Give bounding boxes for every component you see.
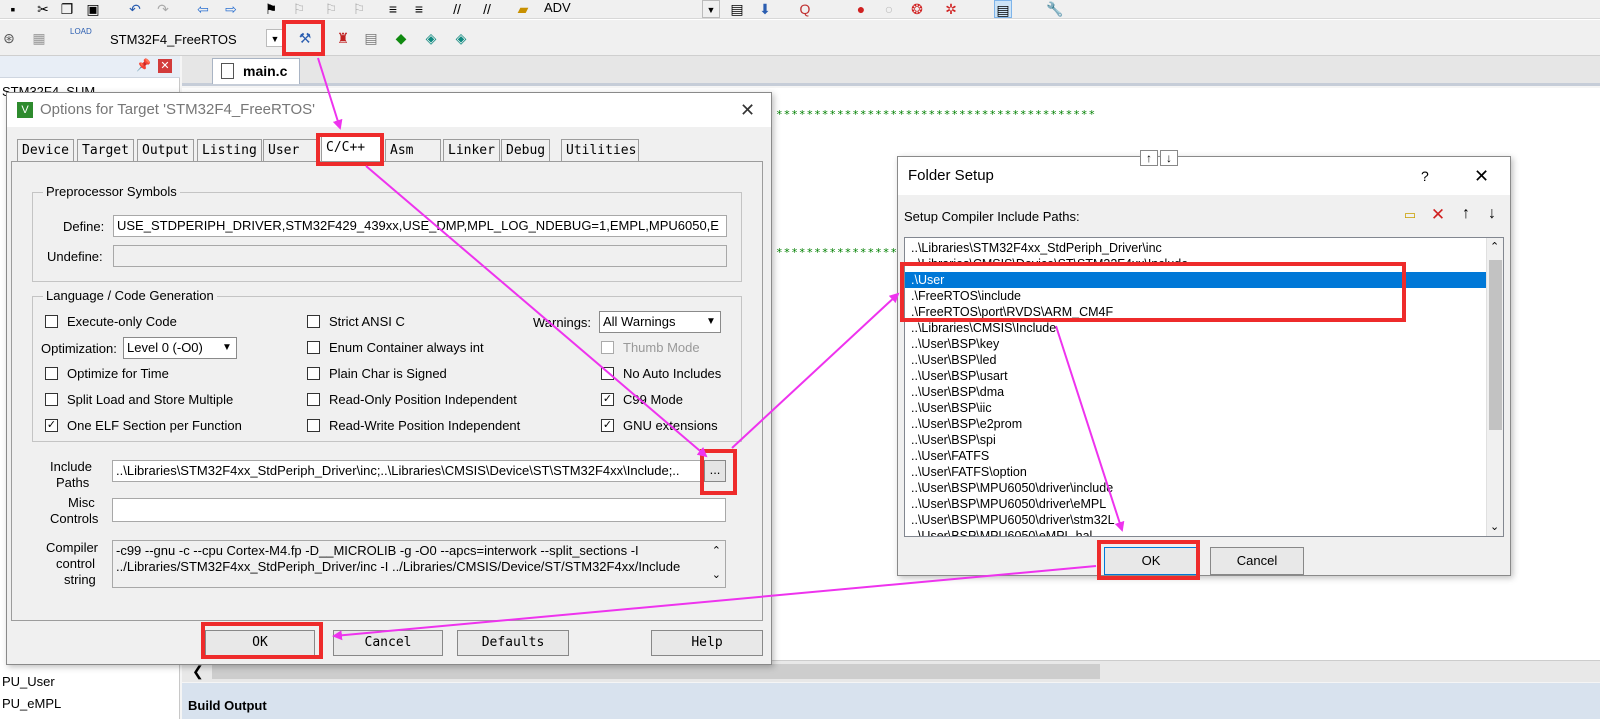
arrow-folder-ok-to-ok: [332, 565, 1097, 641]
arrow-paths-to-ok: [1055, 325, 1125, 532]
arrow-options-to-tab: [317, 57, 343, 130]
arrow-browse-to-folder: [731, 292, 900, 449]
annotation-arrows: [317, 57, 1125, 641]
arrow-tab-to-browse: [365, 165, 708, 458]
